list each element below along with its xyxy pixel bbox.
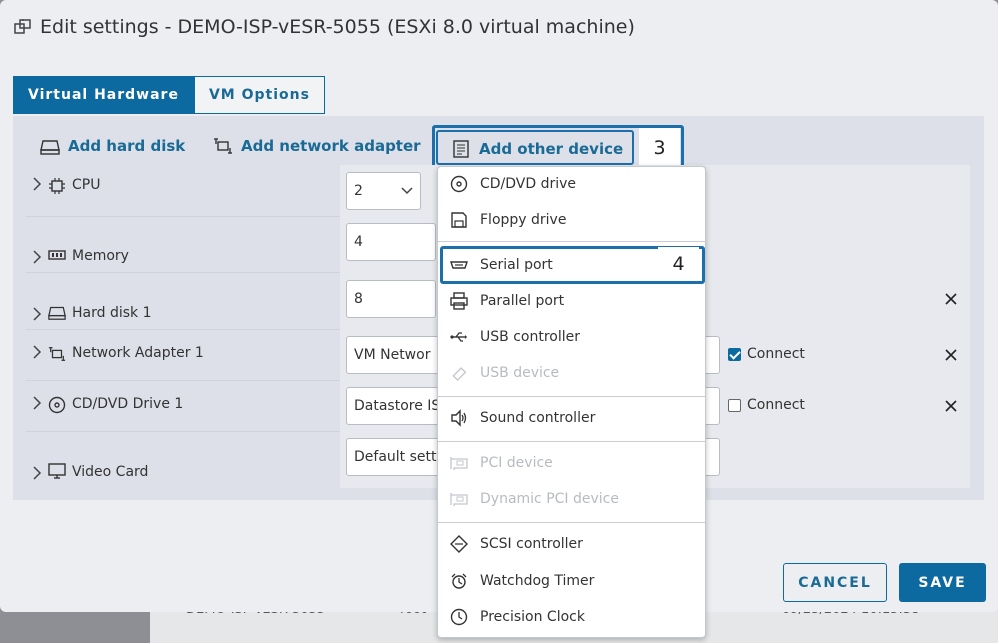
menu-item-floppy-drive[interactable]: Floppy drive xyxy=(438,203,705,237)
row-label: Hard disk 1 xyxy=(72,305,152,321)
chevron-right-icon xyxy=(33,177,42,191)
menu-item-usb-device: USB device xyxy=(438,356,705,390)
disc-icon xyxy=(450,175,468,193)
usb-stick-icon xyxy=(452,367,467,382)
floppy-icon xyxy=(451,212,467,228)
chevron-right-icon xyxy=(33,466,42,480)
menu-divider xyxy=(438,522,705,523)
menu-divider xyxy=(438,396,705,397)
chevron-right-icon xyxy=(33,345,42,359)
scsi-icon xyxy=(450,535,468,553)
cpu-icon xyxy=(49,178,65,194)
watchdog-icon xyxy=(451,573,467,589)
disc-icon xyxy=(48,396,66,414)
clock-icon xyxy=(450,608,468,626)
tab-virtual-hardware[interactable]: Virtual Hardware xyxy=(13,76,194,114)
menu-item-usb-controller[interactable]: USB controller xyxy=(438,320,705,354)
pci-card-icon xyxy=(450,493,468,506)
tab-bar: Virtual Hardware VM Options xyxy=(13,76,325,114)
hard-disk-icon xyxy=(40,140,60,155)
network-adapter-icon xyxy=(48,347,66,361)
row-label: CD/DVD Drive 1 xyxy=(72,396,184,412)
checkbox-unchecked[interactable] xyxy=(728,398,741,412)
add-hard-disk-label: Add hard disk xyxy=(68,137,186,155)
chevron-down-icon xyxy=(401,187,413,195)
row-label: Network Adapter 1 xyxy=(72,345,204,361)
remove-cd-dvd-close-icon[interactable] xyxy=(944,399,958,413)
highlight-add-other-device-inner xyxy=(436,130,634,165)
cd-dvd-connect-checkbox[interactable]: Connect xyxy=(728,397,805,413)
memory-icon xyxy=(48,250,66,260)
memory-input[interactable]: 4 xyxy=(346,223,436,261)
tab-vm-options[interactable]: VM Options xyxy=(193,76,325,114)
add-hard-disk-button[interactable]: Add hard disk xyxy=(40,136,185,156)
network-adapter-icon xyxy=(214,138,232,154)
cpu-select[interactable]: 2 xyxy=(346,172,421,210)
menu-item-pci-device: PCI device xyxy=(438,446,705,480)
menu-item-watchdog-timer[interactable]: Watchdog Timer xyxy=(438,564,705,598)
usb-icon xyxy=(450,332,467,342)
speaker-icon xyxy=(451,409,467,427)
dialog-title: Edit settings - DEMO-ISP-vESR-5055 (ESXi… xyxy=(14,16,635,38)
hard-disk-size-input[interactable]: 8 xyxy=(346,280,436,318)
hard-disk-icon xyxy=(48,306,66,320)
step-number-3: 3 xyxy=(639,128,680,167)
chevron-right-icon xyxy=(33,307,42,321)
printer-icon xyxy=(450,292,468,310)
add-network-adapter-button[interactable]: Add network adapter xyxy=(213,136,421,156)
add-other-device-menu: CD/DVD drive Floppy drive Serial port Pa… xyxy=(437,166,706,638)
menu-item-sound-controller[interactable]: Sound controller xyxy=(438,401,705,435)
monitor-icon xyxy=(48,463,66,479)
menu-item-dynamic-pci-device: Dynamic PCI device xyxy=(438,482,705,516)
cancel-button[interactable]: CANCEL xyxy=(783,563,887,602)
network-connect-checkbox[interactable]: Connect xyxy=(728,346,805,362)
step-number-4: 4 xyxy=(658,247,699,281)
remove-network-close-icon[interactable] xyxy=(944,348,958,362)
menu-divider xyxy=(438,441,705,442)
row-label: Memory xyxy=(72,248,129,264)
checkbox-checked[interactable] xyxy=(728,347,741,361)
add-network-adapter-label: Add network adapter xyxy=(241,137,421,155)
chevron-right-icon xyxy=(33,250,42,264)
save-button[interactable]: SAVE xyxy=(899,563,986,602)
row-label: Video Card xyxy=(72,464,149,480)
menu-item-scsi-controller[interactable]: SCSI controller xyxy=(438,527,705,561)
menu-divider xyxy=(438,241,705,242)
dialog-title-text: Edit settings - DEMO-ISP-vESR-5055 (ESXi… xyxy=(40,16,635,38)
vm-icon xyxy=(14,19,31,34)
menu-item-cd-dvd-drive[interactable]: CD/DVD drive xyxy=(438,167,705,201)
row-label: CPU xyxy=(72,177,101,193)
menu-item-parallel-port[interactable]: Parallel port xyxy=(438,284,705,318)
chevron-right-icon xyxy=(33,396,42,410)
pci-card-icon xyxy=(450,457,468,470)
remove-hard-disk-close-icon[interactable] xyxy=(944,292,958,306)
menu-item-precision-clock[interactable]: Precision Clock xyxy=(438,600,705,634)
